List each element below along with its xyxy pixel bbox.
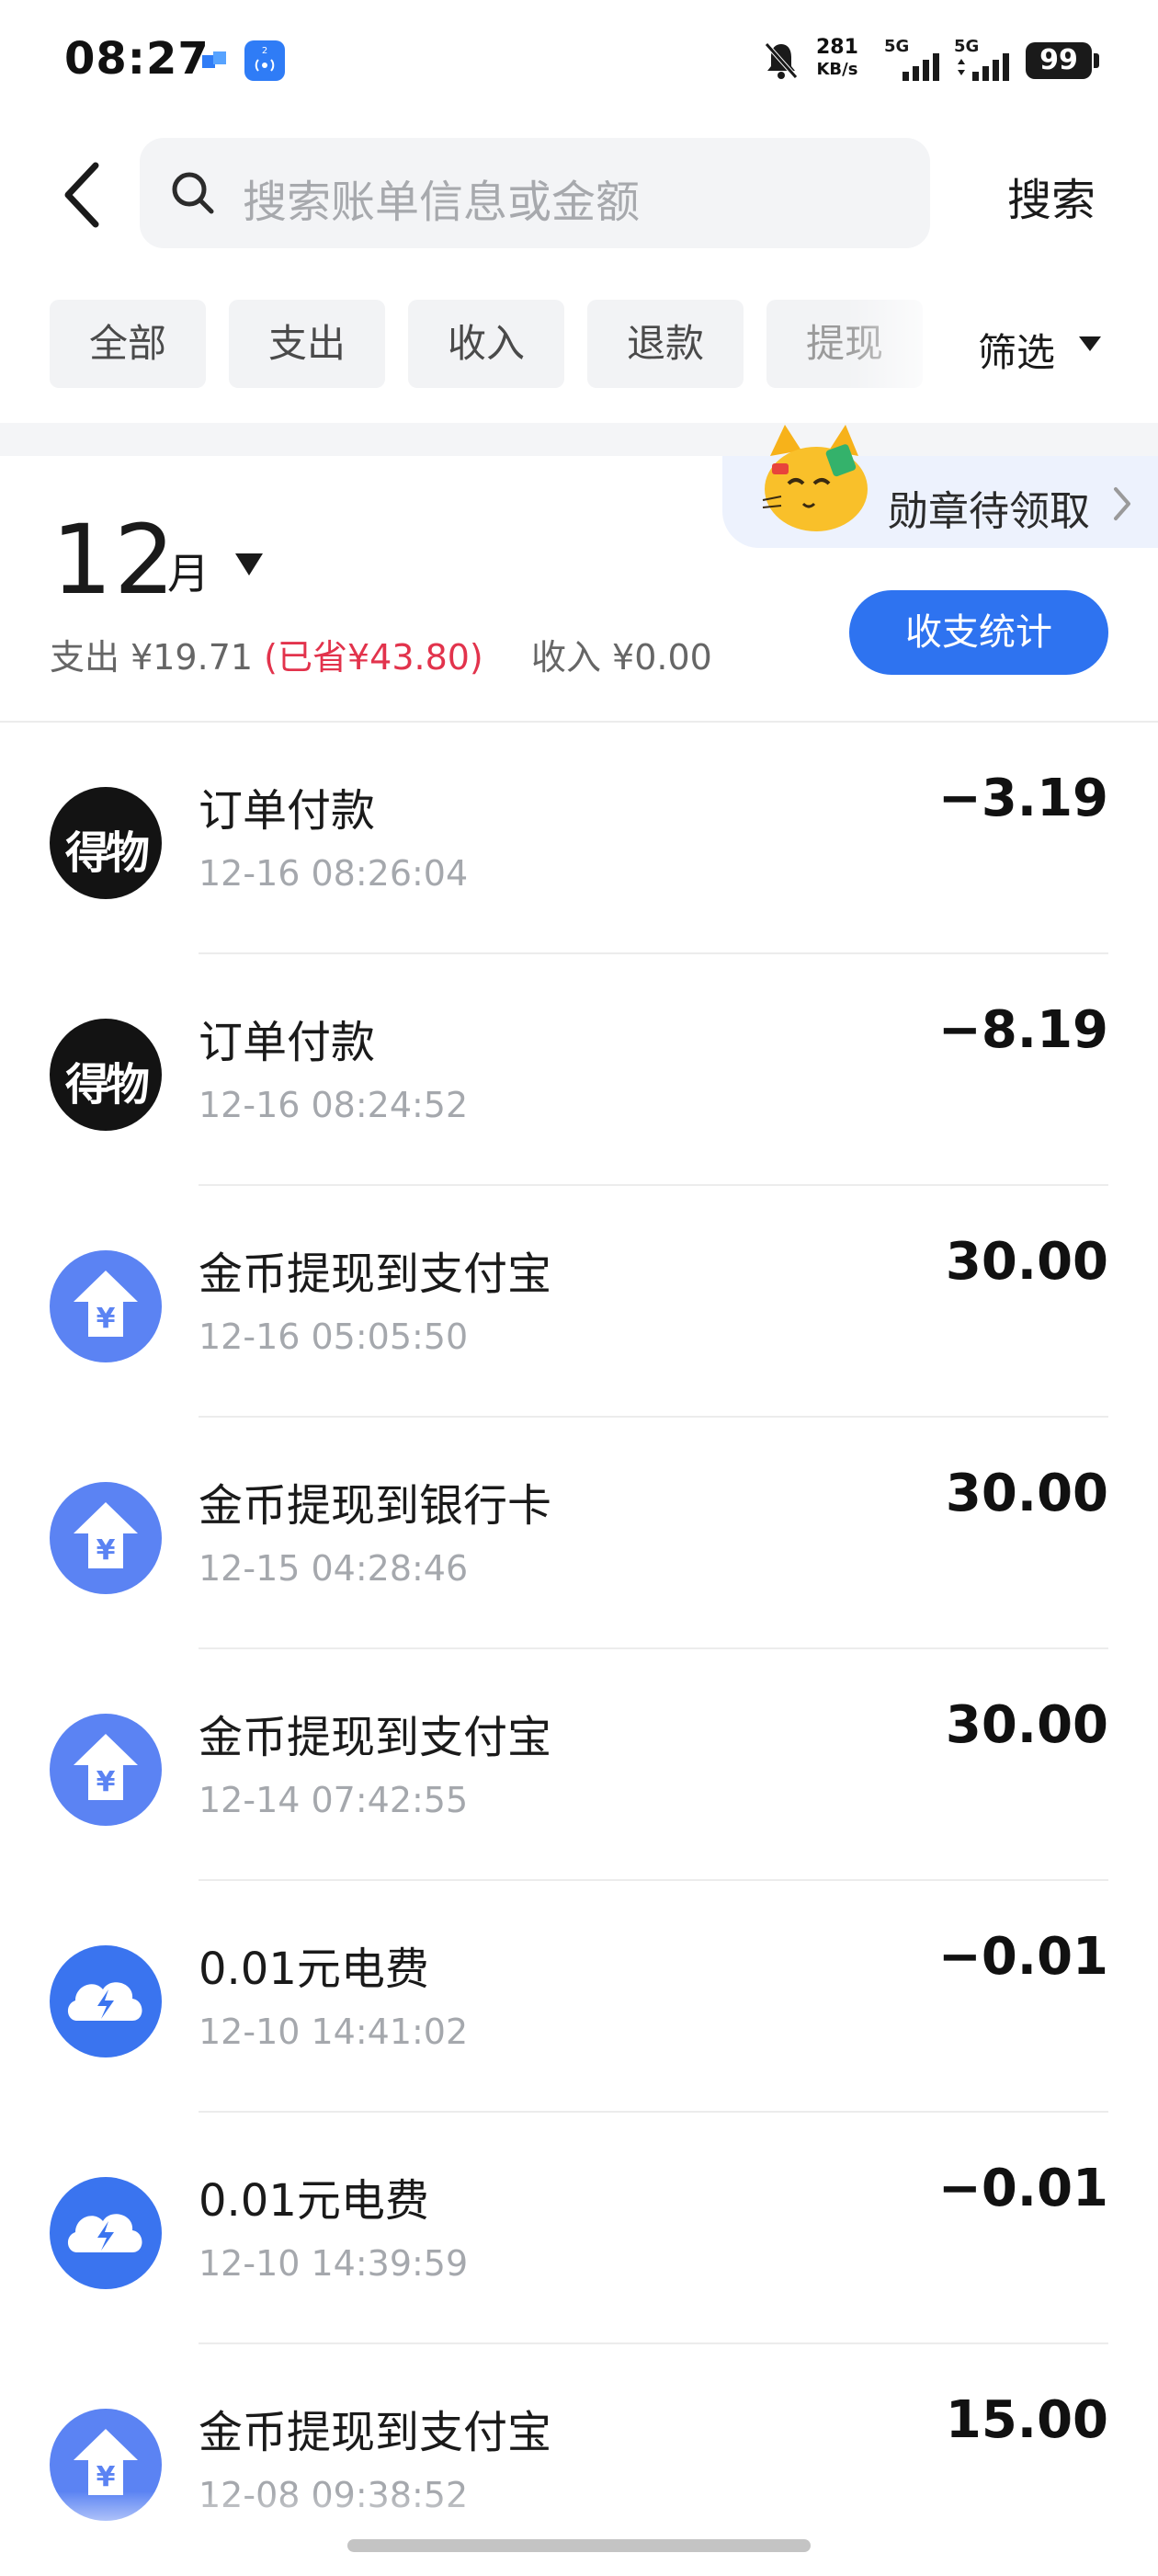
dewu-logo-icon: 得物 <box>50 1019 162 1131</box>
month-number[interactable]: 12 <box>51 504 176 616</box>
tab-income[interactable]: 收入 <box>408 300 564 388</box>
transaction-title: 金币提现到银行卡 <box>199 1480 552 1532</box>
withdraw-arrow-icon: ¥ <box>50 1250 162 1362</box>
transaction-amount: 30.00 <box>945 1464 1108 1523</box>
tab-all[interactable]: 全部 <box>50 300 206 388</box>
transaction-row[interactable]: ¥ 金币提现到支付宝 12-16 05:05:50 30.00 <box>0 1186 1158 1418</box>
transaction-amount: 15.00 <box>945 2390 1108 2450</box>
svg-text:¥: ¥ <box>96 2461 116 2493</box>
svg-text:¥: ¥ <box>96 1534 116 1567</box>
back-arrow-icon[interactable] <box>55 158 110 232</box>
transaction-amount: −3.19 <box>937 769 1108 828</box>
bottom-fade <box>0 2491 1158 2574</box>
svg-text:5G: 5G <box>954 37 979 56</box>
electricity-cloud-icon <box>50 1945 162 2057</box>
transaction-amount: −0.01 <box>937 1927 1108 1987</box>
transaction-time: 12-15 04:28:46 <box>199 1548 469 1589</box>
transaction-title: 0.01元电费 <box>199 1943 429 1995</box>
transaction-amount: 30.00 <box>945 1232 1108 1292</box>
home-indicator[interactable] <box>347 2539 811 2552</box>
expense-total: 支出 ¥19.71 <box>50 637 254 678</box>
transaction-row[interactable]: 0.01元电费 12-10 14:41:02 −0.01 <box>0 1881 1158 2113</box>
withdraw-arrow-icon: ¥ <box>50 1714 162 1826</box>
stats-button[interactable]: 收支统计 <box>849 590 1108 675</box>
saved-amount: (已省¥43.80) <box>264 637 483 678</box>
battery-indicator: 99 <box>1026 42 1099 79</box>
tab-refund[interactable]: 退款 <box>587 300 744 388</box>
chevron-right-icon <box>1114 487 1130 520</box>
search-icon <box>172 172 214 214</box>
badge-label[interactable]: 勋章待领取 <box>888 478 1090 537</box>
svg-text:¥: ¥ <box>96 1766 116 1798</box>
nfc-icon: 2 <box>244 40 285 81</box>
transaction-title: 订单付款 <box>199 1017 376 1068</box>
transaction-row[interactable]: ¥ 金币提现到支付宝 12-14 07:42:55 30.00 <box>0 1649 1158 1881</box>
network-speed: 281 KB/s <box>816 36 858 80</box>
search-button[interactable]: 搜索 <box>1007 164 1096 228</box>
transaction-title: 订单付款 <box>199 785 376 837</box>
status-time: 08:27 <box>64 33 210 85</box>
transaction-time: 12-16 08:24:52 <box>199 1085 469 1125</box>
transaction-amount: −8.19 <box>937 1000 1108 1060</box>
transaction-time: 12-14 07:42:55 <box>199 1780 469 1820</box>
dewu-logo-icon: 得物 <box>50 787 162 899</box>
cat-mascot-icon <box>762 425 868 531</box>
section-divider <box>0 423 1158 456</box>
transaction-row[interactable]: ¥ 金币提现到银行卡 12-15 04:28:46 30.00 <box>0 1418 1158 1649</box>
transaction-title: 金币提现到支付宝 <box>199 1248 552 1300</box>
signal-5g-icon: 5G <box>954 37 1009 81</box>
transaction-time: 12-16 05:05:50 <box>199 1316 469 1357</box>
transaction-time: 12-10 14:41:02 <box>199 2012 469 2052</box>
status-bar: 08:27 2 281 KB/s 5G 5G 99 <box>0 0 1158 125</box>
filter-button[interactable]: 筛选 <box>978 322 1055 378</box>
month-unit[interactable]: 月 <box>167 541 210 601</box>
transaction-time: 12-16 08:26:04 <box>199 853 469 894</box>
transaction-amount: 30.00 <box>945 1695 1108 1755</box>
transaction-title: 0.01元电费 <box>199 2175 429 2227</box>
transaction-amount: −0.01 <box>937 2159 1108 2218</box>
transaction-time: 12-10 14:39:59 <box>199 2243 469 2284</box>
transaction-row[interactable]: 得物 订单付款 12-16 08:24:52 −8.19 <box>0 954 1158 1186</box>
electricity-cloud-icon <box>50 2177 162 2289</box>
transaction-row[interactable]: 得物 订单付款 12-16 08:26:04 −3.19 <box>0 723 1158 954</box>
tab-fade-overlay <box>846 294 956 395</box>
transaction-title: 金币提现到支付宝 <box>199 2407 552 2458</box>
transaction-title: 金币提现到支付宝 <box>199 1712 552 1763</box>
search-placeholder: 搜索账单信息或金额 <box>243 177 641 228</box>
withdraw-arrow-icon: ¥ <box>50 1482 162 1594</box>
search-input[interactable]: 搜索账单信息或金额 <box>140 138 930 248</box>
svg-text:¥: ¥ <box>96 1303 116 1335</box>
svg-text:5G: 5G <box>884 37 909 56</box>
mute-bell-icon <box>765 42 798 79</box>
filter-caret-icon <box>1079 336 1101 351</box>
month-picker-caret-icon[interactable] <box>235 553 263 576</box>
tab-expense[interactable]: 支出 <box>229 300 385 388</box>
app-notification-icon <box>202 51 226 68</box>
income-total: 收入 ¥0.00 <box>530 637 712 678</box>
month-summary: 支出 ¥19.71 (已省¥43.80) 收入 ¥0.00 <box>50 629 712 679</box>
svg-text:2: 2 <box>262 46 267 56</box>
transaction-row[interactable]: 0.01元电费 12-10 14:39:59 −0.01 <box>0 2113 1158 2344</box>
signal-5g-icon: 5G <box>884 37 939 81</box>
